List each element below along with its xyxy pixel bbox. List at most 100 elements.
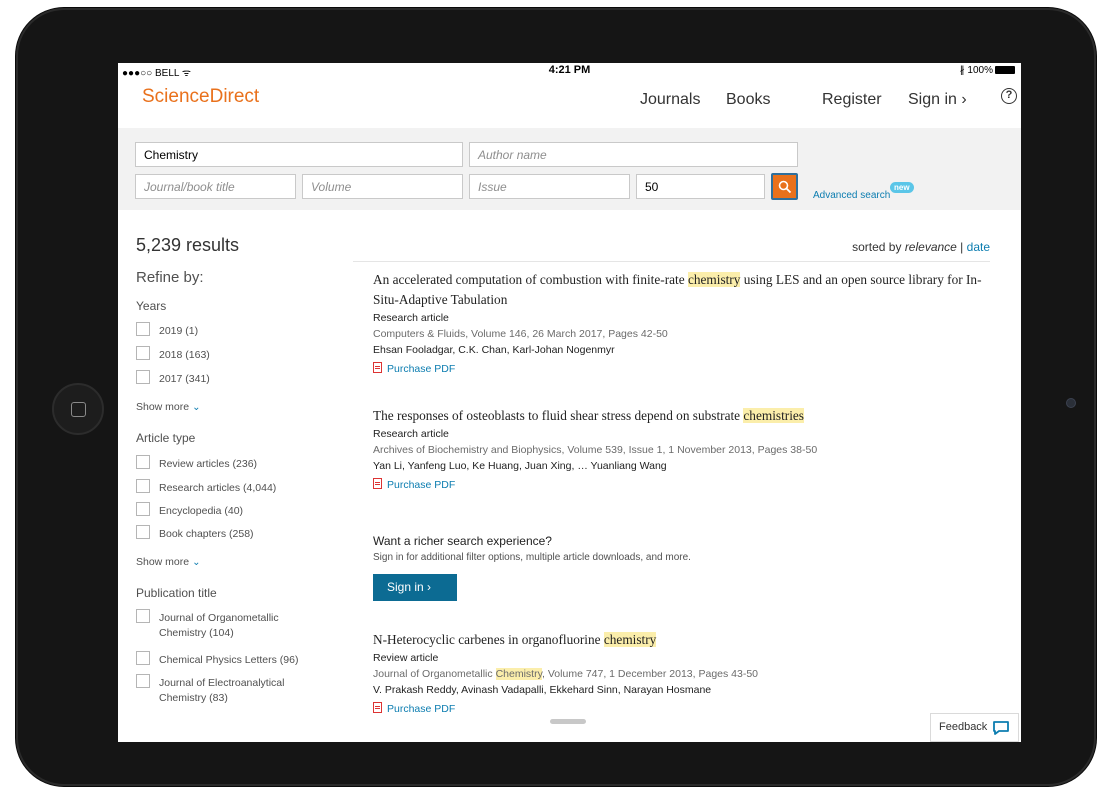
volume-input[interactable]: Volume bbox=[302, 174, 463, 199]
source-highlight: Chemistry bbox=[495, 668, 543, 680]
article-type-label: Review articles (236) bbox=[159, 458, 258, 470]
refine-heading: Refine by: bbox=[136, 269, 204, 286]
new-badge: new bbox=[890, 182, 914, 193]
year-filter-label: 2017 (341) bbox=[159, 373, 210, 385]
issue-input[interactable]: Issue bbox=[469, 174, 630, 199]
result-type: Research article bbox=[373, 428, 449, 440]
result-authors: Yan Li, Yanfeng Luo, Ke Huang, Juan Xing… bbox=[373, 460, 667, 472]
publication-facet-title: Publication title bbox=[136, 586, 217, 600]
pdf-icon bbox=[373, 362, 382, 373]
help-icon[interactable]: ? bbox=[1001, 88, 1017, 104]
title-highlight: chemistry bbox=[603, 632, 657, 647]
nav-journals[interactable]: Journals bbox=[640, 91, 700, 109]
screen: ●●●○○ BELL ᯤ 4:21 PM ∦ 100% ScienceDirec… bbox=[118, 63, 1021, 742]
result-authors: Ehsan Fooladgar, C.K. Chan, Karl-Johan N… bbox=[373, 344, 615, 356]
battery-icon bbox=[995, 66, 1015, 74]
purchase-pdf-label: Purchase PDF bbox=[387, 479, 456, 491]
advanced-search-link[interactable]: Advanced search bbox=[813, 190, 890, 201]
checkbox[interactable] bbox=[136, 370, 150, 384]
keywords-input[interactable]: Chemistry bbox=[135, 142, 463, 167]
publication-label: Journal of Electroanalytical Chemistry (8… bbox=[159, 676, 284, 706]
feedback-label: Feedback bbox=[939, 721, 988, 733]
brand-logo[interactable]: ScienceDirect bbox=[142, 86, 259, 108]
checkbox[interactable] bbox=[136, 525, 150, 539]
home-square-icon bbox=[71, 402, 86, 417]
pages-input[interactable]: 50 bbox=[636, 174, 765, 199]
result-title[interactable]: The responses of osteoblasts to fluid sh… bbox=[373, 406, 993, 426]
sort-relevance[interactable]: relevance bbox=[905, 240, 957, 254]
purchase-pdf-link[interactable]: Purchase PDF bbox=[373, 362, 993, 375]
pdf-icon bbox=[373, 702, 382, 713]
result-item: The responses of osteoblasts to fluid sh… bbox=[373, 406, 993, 491]
nav-register[interactable]: Register bbox=[822, 91, 882, 109]
promo-sign-in-button[interactable]: Sign in › bbox=[373, 574, 457, 601]
title-text: The responses of osteoblasts to fluid sh… bbox=[373, 408, 744, 423]
search-button[interactable] bbox=[771, 173, 798, 200]
years-show-more[interactable]: Show more ⌄ bbox=[136, 401, 201, 413]
year-filter-label: 2019 (1) bbox=[159, 325, 199, 337]
year-filter-label: 2018 (163) bbox=[159, 349, 210, 361]
promo-heading: Want a richer search experience? bbox=[373, 534, 552, 548]
sort-control: sorted by relevance | date bbox=[118, 240, 990, 254]
title-text: An accelerated computation of combustion… bbox=[373, 272, 688, 287]
camera-icon bbox=[1066, 398, 1076, 408]
checkbox[interactable] bbox=[136, 651, 150, 665]
result-authors: V. Prakash Reddy, Avinash Vadapalli, Ekk… bbox=[373, 684, 712, 696]
publication-label-line2: Chemistry (83) bbox=[159, 692, 228, 704]
show-more-label: Show more bbox=[136, 556, 190, 568]
checkbox[interactable] bbox=[136, 455, 150, 469]
purchase-pdf-label: Purchase PDF bbox=[387, 363, 456, 375]
checkbox[interactable] bbox=[136, 479, 150, 493]
title-highlight: chemistries bbox=[743, 408, 804, 423]
checkbox[interactable] bbox=[136, 322, 150, 336]
publication-label-line1: Journal of Organometallic bbox=[159, 612, 279, 624]
sort-prefix: sorted by bbox=[852, 240, 905, 254]
scroll-handle[interactable] bbox=[550, 719, 586, 724]
journal-title-input[interactable]: Journal/book title bbox=[135, 174, 296, 199]
title-highlight: chemistry bbox=[687, 272, 741, 287]
author-input[interactable]: Author name bbox=[469, 142, 798, 167]
purchase-pdf-link[interactable]: Purchase PDF bbox=[373, 702, 993, 715]
result-type: Research article bbox=[373, 312, 449, 324]
publication-label-line2: Chemistry (104) bbox=[159, 627, 234, 639]
result-source: Archives of Biochemistry and Biophysics,… bbox=[373, 444, 818, 456]
article-type-facet-title: Article type bbox=[136, 431, 196, 445]
years-facet-title: Years bbox=[136, 299, 167, 313]
checkbox[interactable] bbox=[136, 609, 150, 623]
result-item: An accelerated computation of combustion… bbox=[373, 270, 993, 375]
sort-date-link[interactable]: date bbox=[967, 240, 990, 254]
title-text: N-Heterocyclic carbenes in organofluorin… bbox=[373, 632, 604, 647]
feedback-button[interactable]: Feedback bbox=[930, 713, 1019, 742]
result-title[interactable]: N-Heterocyclic carbenes in organofluorin… bbox=[373, 630, 993, 650]
purchase-pdf-label: Purchase PDF bbox=[387, 703, 456, 715]
results-divider bbox=[353, 261, 990, 262]
search-icon bbox=[778, 180, 792, 194]
battery-text: ∦ 100% bbox=[959, 65, 993, 76]
home-button[interactable] bbox=[52, 383, 104, 435]
checkbox[interactable] bbox=[136, 346, 150, 360]
article-type-label: Encyclopedia (40) bbox=[159, 505, 244, 517]
article-type-show-more[interactable]: Show more ⌄ bbox=[136, 556, 201, 568]
publication-label: Journal of Organometallic Chemistry (104) bbox=[159, 611, 279, 641]
sort-separator: | bbox=[956, 240, 967, 254]
chat-bubble-icon bbox=[993, 721, 1009, 735]
promo-subtext: Sign in for additional filter options, m… bbox=[373, 552, 691, 563]
sign-in-promo: Want a richer search experience? Sign in… bbox=[373, 534, 993, 601]
publication-label-line1: Journal of Electroanalytical bbox=[159, 677, 285, 689]
battery-status: ∦ 100% bbox=[960, 65, 1015, 76]
nav-books[interactable]: Books bbox=[726, 91, 770, 109]
purchase-pdf-link[interactable]: Purchase PDF bbox=[373, 478, 993, 491]
chevron-down-icon: ⌄ bbox=[192, 402, 201, 413]
checkbox[interactable] bbox=[136, 674, 150, 688]
source-text: Journal of Organometallic bbox=[373, 668, 496, 680]
result-title[interactable]: An accelerated computation of combustion… bbox=[373, 270, 993, 310]
checkbox[interactable] bbox=[136, 502, 150, 516]
source-text: , Volume 747, 1 December 2013, Pages 43-… bbox=[542, 668, 759, 680]
article-type-label: Book chapters (258) bbox=[159, 528, 254, 540]
clock: 4:21 PM bbox=[548, 64, 591, 76]
status-bar: ●●●○○ BELL ᯤ 4:21 PM ∦ 100% bbox=[118, 63, 1021, 79]
publication-label: Chemical Physics Letters (96) bbox=[159, 654, 299, 666]
result-source: Journal of Organometallic Chemistry, Vol… bbox=[373, 668, 993, 680]
article-type-label: Research articles (4,044) bbox=[159, 482, 277, 494]
nav-sign-in[interactable]: Sign in › bbox=[908, 91, 967, 109]
